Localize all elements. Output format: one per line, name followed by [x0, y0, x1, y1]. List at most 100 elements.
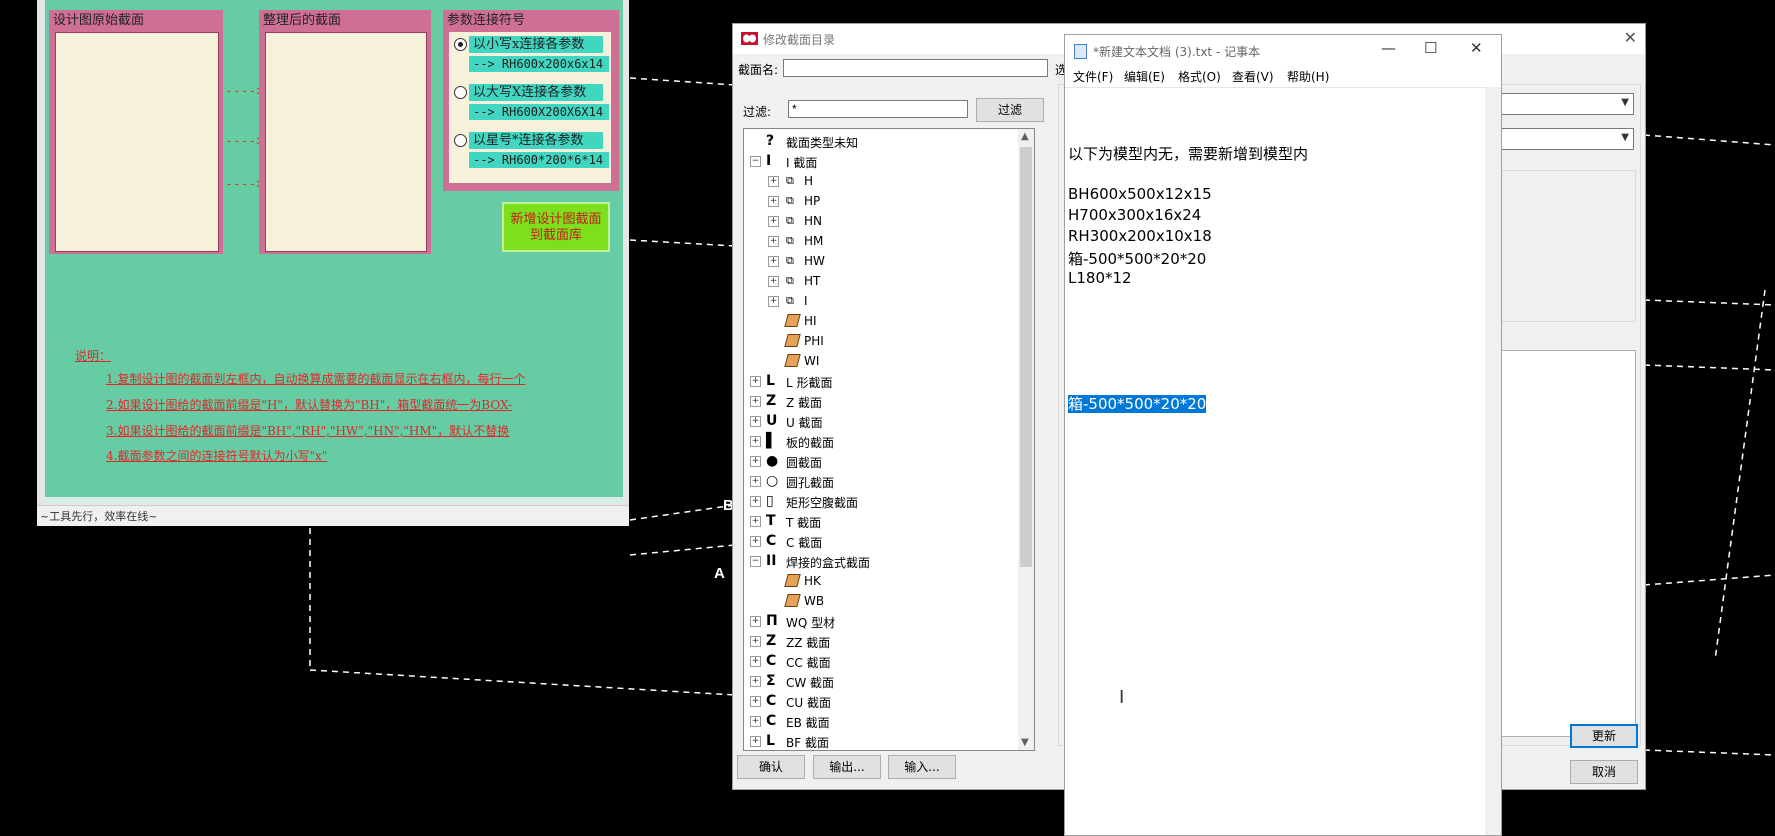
expand-icon[interactable]: + — [750, 496, 761, 507]
tree-item[interactable]: + Z Z 截面 — [744, 391, 1014, 411]
expand-icon[interactable]: + — [750, 696, 761, 707]
menu-file[interactable]: 文件(F) — [1073, 68, 1113, 85]
tree-item[interactable]: + ⧉ HM — [744, 231, 1014, 251]
tree-item[interactable]: + ⧉ HW — [744, 251, 1014, 271]
collapse-icon[interactable]: − — [750, 556, 761, 567]
expand-icon[interactable]: + — [750, 716, 761, 727]
expand-icon[interactable]: + — [750, 456, 761, 467]
tree-item[interactable]: + ⧉ I — [744, 291, 1014, 311]
tree-scroll-thumb[interactable] — [1020, 147, 1032, 567]
tree-item[interactable]: + C CC 截面 — [744, 651, 1014, 671]
tree-item[interactable]: WI — [744, 351, 1014, 371]
expand-icon[interactable]: + — [750, 636, 761, 647]
tool-status-bar: ~工具先行，效率在线~ — [37, 505, 629, 526]
tree-item[interactable]: ? 截面类型未知 — [744, 131, 1014, 151]
filter-input[interactable] — [788, 100, 968, 118]
notepad-text-area[interactable]: 以下为模型内无，需要新增到模型内 BH600x500x12x15 H700x30… — [1065, 87, 1485, 836]
update-button[interactable]: 更新 — [1570, 724, 1638, 748]
tree-item[interactable]: + ⧉ HN — [744, 211, 1014, 231]
tree-item[interactable]: + C C 截面 — [744, 531, 1014, 551]
scroll-down-icon[interactable]: ▼ — [1021, 737, 1029, 748]
minimize-icon[interactable]: — — [1381, 39, 1396, 57]
section-name-input[interactable] — [783, 59, 1048, 77]
tree-item[interactable]: WB — [744, 591, 1014, 611]
beam-icon — [784, 574, 801, 587]
close-icon[interactable]: ✕ — [1624, 28, 1637, 47]
expand-icon[interactable]: + — [768, 236, 779, 247]
tree-item[interactable]: + L BF 截面 — [744, 731, 1014, 750]
scroll-up-icon[interactable]: ▲ — [1021, 131, 1029, 142]
text-cursor-icon: I — [1119, 687, 1125, 708]
option-uppercase-x-label[interactable]: 以大写X连接各参数 — [469, 84, 603, 101]
tree-item[interactable]: + Σ CW 截面 — [744, 671, 1014, 691]
tree-item[interactable]: + Z ZZ 截面 — [744, 631, 1014, 651]
import-button[interactable]: 输入... — [888, 755, 956, 779]
converted-sections-output[interactable] — [265, 32, 427, 252]
tree-scrollbar[interactable]: ▲ ▼ — [1018, 129, 1034, 750]
collapse-icon[interactable]: − — [750, 156, 761, 167]
expand-icon[interactable]: + — [750, 416, 761, 427]
option-asterisk-radio[interactable] — [454, 134, 467, 147]
expand-icon[interactable]: + — [750, 396, 761, 407]
expand-icon[interactable]: + — [750, 476, 761, 487]
confirm-button[interactable]: 确认 — [737, 755, 805, 779]
menu-edit[interactable]: 编辑(E) — [1124, 68, 1165, 85]
tree-item[interactable]: HK — [744, 571, 1014, 591]
tree-item[interactable]: + U U 截面 — [744, 411, 1014, 431]
expand-icon[interactable]: + — [750, 616, 761, 627]
tree-item[interactable]: + ⧉ HT — [744, 271, 1014, 291]
expand-icon[interactable]: + — [750, 436, 761, 447]
cancel-button[interactable]: 取消 — [1570, 760, 1638, 784]
tree-item[interactable]: + L L 形截面 — [744, 371, 1014, 391]
tree-item[interactable]: + C CU 截面 — [744, 691, 1014, 711]
expand-icon[interactable]: + — [768, 216, 779, 227]
expand-icon[interactable]: + — [750, 536, 761, 547]
option-lowercase-x-radio[interactable] — [454, 38, 467, 51]
original-sections-input[interactable] — [55, 32, 219, 252]
tree-item[interactable]: + T T 截面 — [744, 511, 1014, 531]
option-lowercase-x-example: --> RH600x200x6x14 — [469, 56, 609, 72]
expand-icon[interactable]: + — [768, 276, 779, 287]
menu-help[interactable]: 帮助(H) — [1287, 68, 1329, 85]
menu-view[interactable]: 查看(V) — [1232, 68, 1274, 85]
tree-item[interactable]: + C EB 截面 — [744, 711, 1014, 731]
option-lowercase-x-label[interactable]: 以小写x连接各参数 — [469, 36, 603, 53]
add-to-library-button[interactable]: 新增设计图截面 到截面库 — [502, 202, 610, 252]
tree-item[interactable]: + ⧉ H — [744, 171, 1014, 191]
tree-item-label: I — [804, 294, 808, 308]
tree-item[interactable]: − I I 截面 — [744, 151, 1014, 171]
tree-item[interactable]: + ● 圆截面 — [744, 451, 1014, 471]
notepad-window: *新建文本文档 (3).txt - 记事本 — ☐ ✕ 文件(F) 编辑(E) … — [1064, 34, 1502, 836]
tree-item[interactable]: PHI — [744, 331, 1014, 351]
tree-item[interactable]: + ▯ 矩形空腹截面 — [744, 491, 1014, 511]
close-icon[interactable]: ✕ — [1470, 39, 1483, 57]
option-asterisk-label[interactable]: 以星号*连接各参数 — [469, 132, 603, 149]
tree-item[interactable]: + ⧉ HP — [744, 191, 1014, 211]
expand-icon[interactable]: + — [750, 736, 761, 747]
tree-item[interactable]: + Π WQ 型材 — [744, 611, 1014, 631]
filter-button[interactable]: 过滤 — [976, 98, 1044, 122]
export-button[interactable]: 输出... — [813, 755, 881, 779]
chevron-down-icon: ▼ — [1621, 97, 1629, 108]
maximize-icon[interactable]: ☐ — [1424, 39, 1437, 57]
tree-item[interactable]: − II 焊接的盒式截面 — [744, 551, 1014, 571]
tree-item[interactable]: HI — [744, 311, 1014, 331]
tree-item[interactable]: + ○ 圆孔截面 — [744, 471, 1014, 491]
expand-icon[interactable]: + — [768, 256, 779, 267]
menu-format[interactable]: 格式(O) — [1178, 68, 1221, 85]
tree-item-label: HP — [804, 194, 821, 208]
expand-icon[interactable]: + — [750, 676, 761, 687]
option-uppercase-x-radio[interactable] — [454, 86, 467, 99]
beam-icon — [784, 594, 801, 607]
expand-icon[interactable]: + — [768, 176, 779, 187]
expand-icon[interactable]: + — [750, 376, 761, 387]
section-shape-icon: ▌ — [766, 433, 777, 449]
expand-icon[interactable]: + — [750, 656, 761, 667]
tool-canvas: 设计图原始截面 ----> ----> ----> 整理后的截面 参数连接符号 … — [45, 0, 623, 503]
expand-icon[interactable]: + — [768, 196, 779, 207]
tree-item[interactable]: + ▌ 板的截面 — [744, 431, 1014, 451]
section-tree[interactable]: ? 截面类型未知 − I I 截面 + ⧉ H + ⧉ HP + ⧉ HN + ⧉ HM + ⧉ HW + ⧉ HT + ⧉ I H… — [743, 128, 1035, 751]
notepad-scrollbar[interactable] — [1485, 87, 1501, 835]
expand-icon[interactable]: + — [768, 296, 779, 307]
expand-icon[interactable]: + — [750, 516, 761, 527]
